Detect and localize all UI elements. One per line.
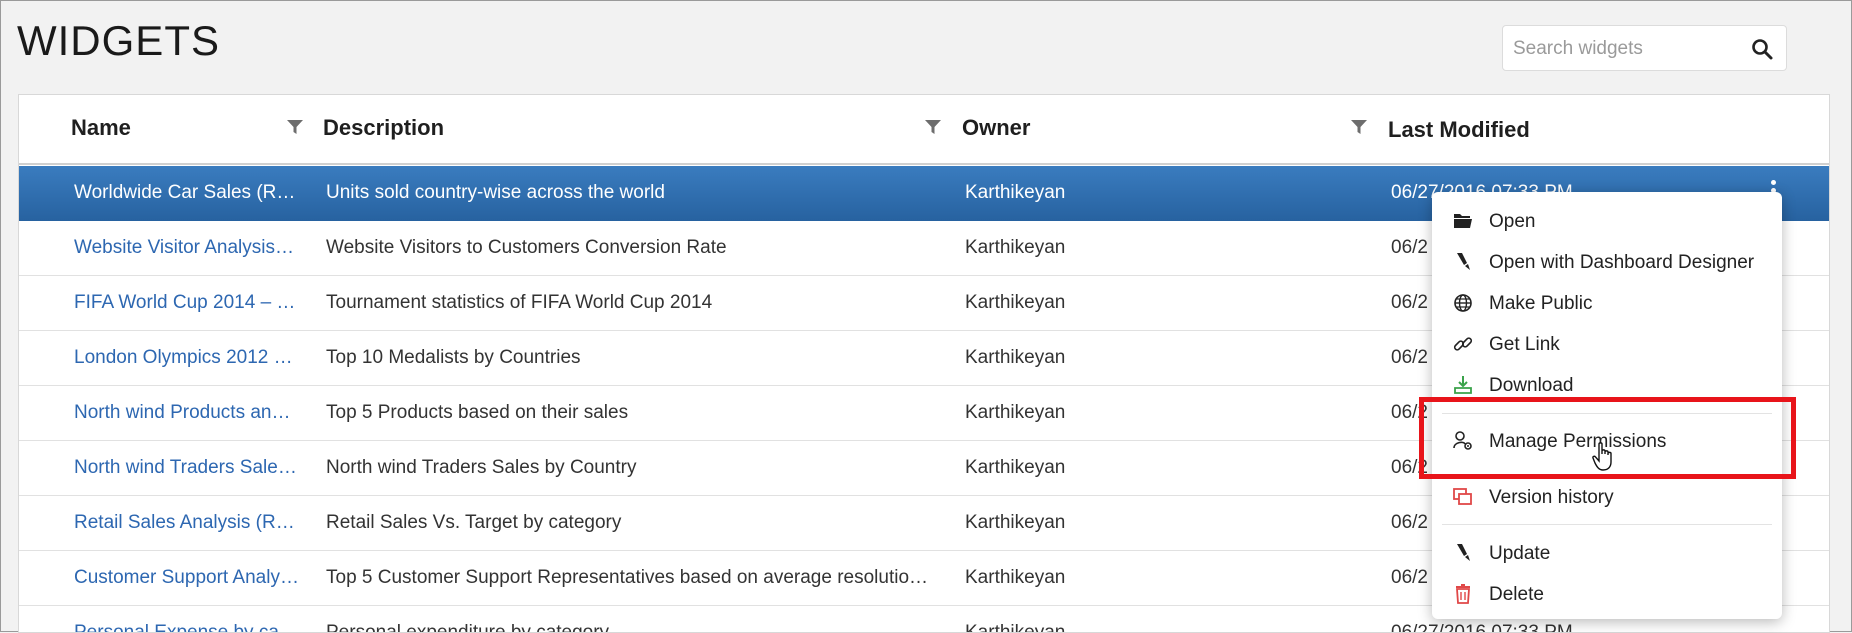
widget-description: Tournament statistics of FIFA World Cup … bbox=[326, 292, 713, 313]
widget-description: Retail Sales Vs. Target by category bbox=[326, 512, 622, 533]
column-header-name[interactable]: Name bbox=[71, 115, 131, 141]
widget-owner: Karthikeyan bbox=[965, 292, 1066, 313]
widget-description: Top 5 Products based on their sales bbox=[326, 402, 629, 423]
filter-icon[interactable] bbox=[1349, 117, 1369, 137]
widget-name[interactable]: North wind Traders Sale… bbox=[74, 457, 299, 479]
widget-description: North wind Traders Sales by Country bbox=[326, 457, 637, 478]
widget-name[interactable]: Personal Expense by cat… bbox=[74, 622, 299, 632]
menu-item-version-history[interactable]: Version history bbox=[1432, 482, 1782, 522]
widget-description: Top 5 Customer Support Representatives b… bbox=[326, 567, 929, 588]
widget-owner: Karthikeyan bbox=[965, 402, 1066, 423]
widget-description: Units sold country-wise across the world bbox=[326, 182, 665, 203]
download-icon bbox=[1454, 376, 1472, 394]
menu-item-update[interactable]: Update bbox=[1432, 538, 1782, 578]
widget-description: Top 10 Medalists by Countries bbox=[326, 347, 581, 368]
menu-item-get-link[interactable]: Get Link bbox=[1432, 329, 1782, 369]
widget-name[interactable]: London Olympics 2012 … bbox=[74, 347, 299, 369]
trash-icon bbox=[1456, 584, 1470, 604]
menu-item-make-public[interactable]: Make Public bbox=[1432, 288, 1782, 328]
menu-item-label: Open bbox=[1489, 211, 1536, 232]
menu-item-label: Make Public bbox=[1489, 293, 1593, 314]
filter-icon[interactable] bbox=[285, 117, 305, 137]
pen-icon bbox=[1457, 544, 1470, 561]
widget-owner: Karthikeyan bbox=[965, 567, 1066, 588]
column-header-owner[interactable]: Owner bbox=[962, 115, 1030, 141]
menu-item-open[interactable]: Open bbox=[1432, 206, 1782, 246]
table-header: Name Description Owner Last Modified bbox=[19, 95, 1829, 165]
hand-cursor-icon bbox=[1592, 442, 1612, 471]
widget-description: Website Visitors to Customers Conversion… bbox=[326, 237, 727, 258]
filter-icon[interactable] bbox=[923, 117, 943, 137]
widget-name[interactable]: Customer Support Analy… bbox=[74, 567, 299, 589]
search-icon[interactable] bbox=[1750, 37, 1774, 61]
column-header-description[interactable]: Description bbox=[323, 115, 444, 141]
menu-item-delete[interactable]: Delete bbox=[1432, 579, 1782, 619]
widget-name[interactable]: North wind Products an… bbox=[74, 402, 299, 424]
widget-description: Personal expenditure by category bbox=[326, 622, 610, 633]
search-input[interactable] bbox=[1511, 34, 1745, 64]
widget-name[interactable]: Retail Sales Analysis (R… bbox=[74, 512, 299, 534]
page-title: WIDGETS bbox=[17, 17, 220, 64]
menu-item-label: Open with Dashboard Designer bbox=[1489, 252, 1755, 273]
widget-name[interactable]: Website Visitor Analysis … bbox=[74, 237, 299, 259]
column-header-last-modified[interactable]: Last Modified bbox=[1388, 117, 1530, 143]
widget-owner: Karthikeyan bbox=[965, 237, 1066, 258]
menu-item-label: Download bbox=[1489, 375, 1574, 396]
menu-divider bbox=[1442, 524, 1772, 525]
menu-item-label: Update bbox=[1489, 543, 1551, 564]
widget-name[interactable]: FIFA World Cup 2014 – … bbox=[74, 292, 299, 314]
folder-icon bbox=[1454, 214, 1472, 228]
widget-owner: Karthikeyan bbox=[965, 622, 1066, 633]
menu-item-label: Version history bbox=[1489, 487, 1614, 508]
widget-owner: Karthikeyan bbox=[965, 347, 1066, 368]
link-icon bbox=[1453, 337, 1473, 351]
widget-owner: Karthikeyan bbox=[965, 512, 1066, 533]
widget-owner: Karthikeyan bbox=[965, 457, 1066, 478]
globe-icon bbox=[1454, 294, 1472, 312]
menu-item-label: Get Link bbox=[1489, 334, 1560, 355]
pen-icon bbox=[1457, 253, 1470, 270]
menu-item-label: Delete bbox=[1489, 584, 1544, 605]
widget-name[interactable]: Worldwide Car Sales (Ra… bbox=[74, 182, 299, 204]
menu-item-open-with-dashboard-designer[interactable]: Open with Dashboard Designer bbox=[1432, 247, 1782, 287]
widget-owner: Karthikeyan bbox=[965, 182, 1066, 203]
widget-last-modified: 06/27/2016 07:33 PM bbox=[1391, 622, 1573, 633]
version-history-icon bbox=[1453, 488, 1472, 505]
search-box[interactable] bbox=[1502, 25, 1787, 71]
